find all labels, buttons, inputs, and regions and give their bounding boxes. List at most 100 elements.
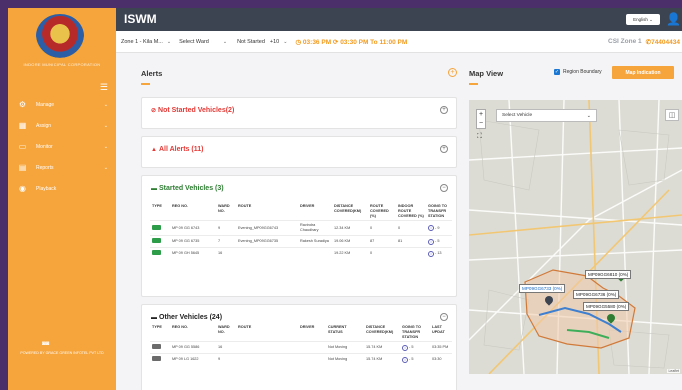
map-attribution[interactable]: Leaflet (667, 369, 680, 373)
truck-icon: ▬ (151, 314, 157, 321)
route (236, 247, 298, 259)
vehicle-label[interactable]: MP09GG5580 (0%) (583, 302, 630, 311)
col-header: ROUTE (238, 325, 252, 329)
table-row[interactable]: MP 09 GG 5586 16 Not Moving 15.74 KM i- … (150, 341, 452, 354)
sidebar-item-monitor[interactable]: ▭ Monitor ⌄ (8, 136, 116, 157)
collapse-button[interactable]: − (440, 313, 448, 321)
sidebar-item-playback[interactable]: ◉ Playback (8, 178, 116, 199)
station-badge-icon: i (428, 238, 434, 245)
started-vehicles-card: ▬ Started Vehicles (3) − TYPE REG NO. WA… (141, 175, 457, 297)
transfer-station: i- 9 (428, 225, 439, 231)
col-header: DRIVER (300, 325, 315, 329)
started-title: Started Vehicles (3) (159, 185, 224, 192)
table-row[interactable]: MP 09 GG 6735 7 Evening_MP09GG6735 Rakes… (150, 235, 452, 248)
reg-no: MP 09 GG 6743 (170, 220, 216, 236)
route-covered: 0 (368, 220, 396, 236)
hamburger-icon[interactable]: ☰ (100, 82, 108, 93)
table-row[interactable]: MP 09 GG 6743 9 Evening_MP09GG6743 Ravin… (150, 220, 452, 236)
vehicle-select[interactable]: Select Vehicle ⌄ (496, 109, 597, 122)
vehicle-label[interactable]: MP09GG6810 (0%) (585, 270, 632, 279)
map-view[interactable]: + − ⛶ Select Vehicle ⌄ ◫ MP09GG6810 (0%)… (469, 100, 682, 374)
map-title: Map View (469, 69, 504, 78)
vehicle-label[interactable]: MP09GG6736 (0%) (573, 290, 620, 299)
zone-select[interactable]: Zone 1 - Kila M... ⌄ (121, 39, 171, 45)
col-header: WARD NO. (218, 325, 230, 334)
station-value: - 5 (409, 357, 414, 361)
all-alerts-card[interactable]: ▲ All Alerts (11) + (141, 136, 457, 168)
checkbox-checked-icon[interactable]: ✓ (554, 69, 560, 75)
other-header: ▬ Other Vehicles (24) (151, 314, 222, 321)
sidebar-item-manage[interactable]: ⚙ Manage ⌄ (8, 94, 116, 115)
add-alert-button[interactable]: + (448, 68, 457, 77)
table-row[interactable]: MP 09 LG 1622 9 Not Moving 15.74 KM i- 5… (150, 353, 452, 365)
status-select[interactable]: Not Started +10 ⌄ (237, 39, 287, 45)
transfer-station: i- 5 (428, 238, 439, 245)
warning-circle-icon: ⊘ (151, 108, 157, 114)
zoom-in-icon[interactable]: + (477, 110, 485, 119)
region-boundary-toggle[interactable]: ✓ Region Boundary (554, 69, 602, 75)
driver (298, 353, 326, 365)
col-header: GOING TO TRANSFR STATION (428, 204, 447, 218)
sidebar-item-label: Manage (36, 101, 55, 108)
layers-icon[interactable]: ◫ (665, 109, 679, 121)
chevron-down-icon: ⌄ (103, 143, 108, 150)
chevron-down-icon: ⌄ (103, 122, 108, 129)
col-header: TYPE (152, 325, 162, 329)
col-header: ROUTE (238, 204, 252, 208)
not-started-card[interactable]: ⊘ Not Started Vehicles(2) + (141, 97, 457, 129)
chevron-down-icon: ⌄ (283, 38, 288, 45)
route-covered: 0 (368, 247, 396, 259)
sidebar-item-label: Assign (36, 122, 52, 129)
clock-icon: ◷ (295, 38, 302, 46)
monitor-icon: ▭ (18, 142, 27, 151)
reg-no: MP 09 GG 5586 (170, 341, 216, 354)
sidebar-item-label: Reports (36, 164, 54, 171)
ward-value: Select Ward (179, 38, 209, 45)
route (236, 341, 298, 354)
col-header: REG NO. (172, 204, 189, 208)
fullscreen-icon[interactable]: ⛶ (477, 133, 482, 141)
sidebar-menu: ⚙ Manage ⌄ ▦ Assign ⌄ ▭ Monitor ⌄ ▤ Repo… (8, 94, 116, 199)
expand-button[interactable]: + (440, 106, 448, 114)
alert-bell-icon: ▲ (151, 146, 157, 153)
reg-no: MP 09 GH 5645 (170, 247, 216, 259)
col-header: WARD NO. (218, 204, 230, 213)
current-status: Not Moving (326, 341, 364, 354)
station-badge-icon: i (428, 225, 434, 231)
zoom-control[interactable]: + − (476, 109, 486, 129)
route: Evening_MP09GG6735 (236, 235, 298, 248)
expand-button[interactable]: + (440, 145, 448, 153)
collapse-button[interactable]: − (440, 184, 448, 192)
col-header: CURRENT STATUS (328, 325, 347, 334)
distance: 19.06 KM (332, 235, 368, 248)
station-value: - 13 (435, 251, 442, 255)
ward-no: 7 (216, 235, 236, 248)
other-vehicles-card: ▬ Other Vehicles (24) − TYPE REG NO. WAR… (141, 304, 457, 390)
phone-value: 74404434 (651, 38, 680, 46)
other-title: Other Vehicles (24) (159, 314, 223, 321)
sidebar-item-assign[interactable]: ▦ Assign ⌄ (8, 115, 116, 136)
table-row[interactable]: MP 09 GH 5645 16 19.22 KM 0 i- 13 (150, 247, 452, 259)
vehicle-label[interactable]: MP09GG6733 (0%) (519, 284, 566, 293)
station-badge-icon: i (402, 356, 408, 363)
indoor-covered (396, 247, 426, 259)
chevron-down-icon: ⌄ (103, 101, 108, 108)
last-update: 03:35 PM (430, 341, 452, 354)
chevron-down-icon: ⌄ (222, 38, 228, 45)
sidebar-item-reports[interactable]: ▤ Reports ⌄ (8, 157, 116, 178)
transfer-station: i- 5 (402, 344, 413, 351)
map-indication-button[interactable]: Map Indication (612, 66, 674, 79)
user-icon[interactable]: 👤 (666, 12, 681, 26)
zoom-out-icon[interactable]: − (477, 119, 485, 128)
map-underline (469, 83, 478, 85)
calendar-icon: ▦ (18, 121, 27, 130)
driver: Rakesh Suradiya (298, 235, 332, 248)
distance: 19.22 KM (332, 247, 368, 259)
chevron-down-icon: ⌄ (586, 112, 591, 119)
clipboard-icon: ▤ (18, 163, 27, 172)
col-header: LAST UPDAT (432, 325, 445, 334)
play-icon: ◉ (19, 184, 26, 193)
ward-select[interactable]: Select Ward ⌄ (179, 39, 227, 45)
language-select[interactable]: English ⌄ (626, 14, 660, 25)
started-header: ▬ Started Vehicles (3) (151, 185, 224, 192)
